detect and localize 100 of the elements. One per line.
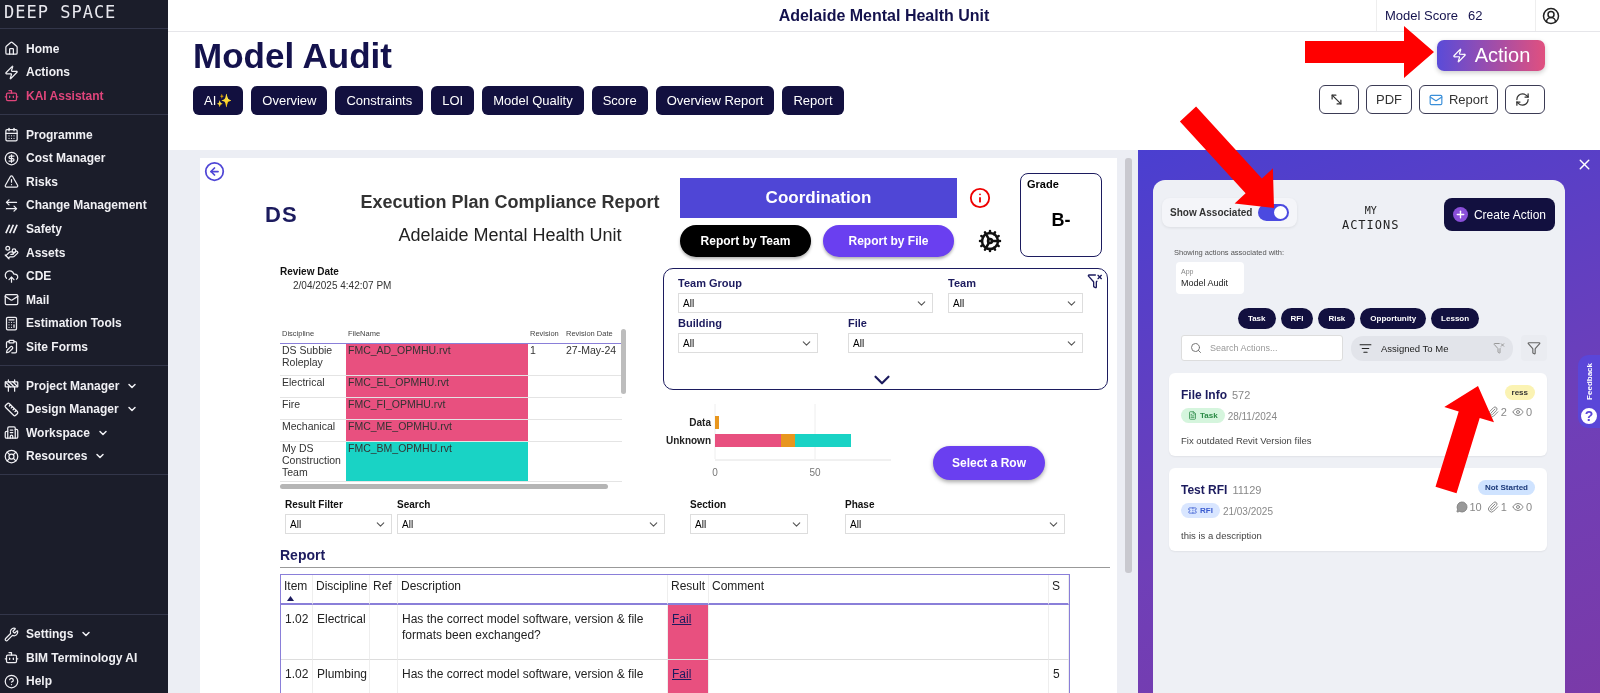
toolbar-button[interactable]: Report xyxy=(1418,85,1498,114)
file-cell[interactable]: FMC_FI_OPMHU.rvt xyxy=(346,398,528,420)
nav-tab[interactable]: Overview Report xyxy=(655,86,775,115)
status-badge: ress xyxy=(1504,385,1535,400)
brand-logo: DEEP SPACE xyxy=(0,0,168,29)
column-header[interactable]: Discipline xyxy=(313,575,370,605)
file-cell[interactable]: FMC_EL_OPMHU.rvt xyxy=(346,376,528,398)
file-cell[interactable]: FMC_AD_OPMHU.rvt xyxy=(346,344,528,376)
assignee-filter[interactable]: Assigned To Me xyxy=(1351,335,1513,361)
dropdown[interactable]: All xyxy=(845,514,1065,534)
file-cell[interactable]: FMC_BM_OPMHU.rvt xyxy=(346,442,528,482)
dropdown[interactable]: All xyxy=(690,514,808,534)
action-description: Fix outdated Revit Version files xyxy=(1181,435,1313,446)
toolbar-button[interactable]: PDF xyxy=(1365,85,1412,114)
table-cell: Electrical xyxy=(313,605,370,660)
filter-label: Search xyxy=(397,499,432,510)
dropdown[interactable]: All xyxy=(678,293,933,313)
help-button[interactable]: ? xyxy=(1579,405,1599,426)
sidebar-item[interactable]: Programme xyxy=(0,122,168,147)
column-header[interactable]: Comment xyxy=(709,575,1049,605)
sidebar-item[interactable]: Actions xyxy=(0,60,168,85)
nav-tab[interactable]: Report xyxy=(782,86,844,115)
type-tag: RFI xyxy=(1181,503,1220,518)
slicer-label: File xyxy=(848,317,867,329)
type-filter-button[interactable]: Opportunity xyxy=(1360,308,1427,329)
action-date: 28/11/2024 xyxy=(1227,411,1277,422)
filter-label: Phase xyxy=(845,499,876,510)
result-link[interactable]: Fail xyxy=(672,667,692,681)
nav-tab[interactable]: AI✨ xyxy=(193,86,244,115)
sidebar-item[interactable]: Mail xyxy=(0,287,168,312)
nav-tab[interactable]: Overview xyxy=(251,86,328,115)
panel-title: ACTIONS xyxy=(1341,218,1400,232)
action-title: Test RFI xyxy=(1181,483,1228,497)
action-number: 11129 xyxy=(1232,484,1262,496)
axis-tick-label: 50 xyxy=(809,467,821,478)
select-row-button[interactable]: Select a Row xyxy=(933,446,1045,480)
sidebar-item[interactable]: Home xyxy=(0,37,168,61)
action-card[interactable]: File Info 572 ress Task 28/11/2024 2 0 Fix outdated Revit Version files xyxy=(1169,373,1547,456)
score-value: 62 xyxy=(1468,8,1483,23)
sidebar-item[interactable]: Estimation Tools xyxy=(0,311,168,336)
review-date-label: Review Date xyxy=(280,266,340,277)
table-cell: 1 xyxy=(528,344,564,376)
show-associated-toggle[interactable]: Show Associated xyxy=(1162,198,1298,227)
sidebar-item[interactable]: Assets xyxy=(0,240,168,265)
table-cell: 1.02 xyxy=(281,605,313,660)
column-header[interactable]: S xyxy=(1049,575,1069,605)
review-date-value: 2/04/2025 4:42:07 PM xyxy=(292,280,393,291)
axis-tick-label: 0 xyxy=(712,467,718,478)
column-header[interactable]: Ref xyxy=(370,575,398,605)
sidebar-item[interactable]: Settings xyxy=(0,622,168,646)
section-heading: Report xyxy=(280,547,1110,568)
sidebar-item[interactable]: Help xyxy=(0,669,168,693)
create-action-button[interactable]: Create Action xyxy=(1443,198,1555,231)
sidebar-item[interactable]: Design Manager xyxy=(0,397,168,421)
sidebar-item[interactable]: Project Manager xyxy=(0,373,168,398)
feedback-tab[interactable]: Feedback ? xyxy=(1578,355,1600,428)
grade-label: Grade xyxy=(1027,178,1060,190)
file-cell[interactable]: FMC_ME_OPMHU.rvt xyxy=(346,420,528,442)
result-link[interactable]: Fail xyxy=(672,612,692,626)
type-filter-button[interactable]: Lesson xyxy=(1431,308,1480,329)
sidebar-item[interactable]: Cost Manager xyxy=(0,146,168,170)
type-filter-button[interactable]: Task xyxy=(1237,308,1276,329)
type-filter-button[interactable]: RFI xyxy=(1280,308,1314,329)
grade-value: B- xyxy=(1050,210,1072,231)
dropdown[interactable]: All xyxy=(285,514,392,534)
sidebar-item[interactable]: CDE xyxy=(0,264,168,288)
report-subtitle: Adelaide Mental Health Unit xyxy=(397,225,623,246)
sidebar-item[interactable]: Risks xyxy=(0,169,168,194)
nav-tab[interactable]: Score xyxy=(591,86,648,115)
dropdown[interactable]: All xyxy=(848,333,1083,353)
sidebar-item[interactable]: BIM Terminology AI xyxy=(0,645,168,670)
action-card[interactable]: Test RFI 11129 Not Started RFI 21/03/2025 10 1 0 this is a description xyxy=(1169,468,1547,551)
table-cell: 5 xyxy=(1049,660,1069,693)
column-header[interactable]: Item xyxy=(281,575,313,605)
dropdown[interactable]: All xyxy=(678,333,818,353)
nav-tab[interactable]: Constraints xyxy=(335,86,424,115)
view-toggle-button[interactable]: Report by Team xyxy=(680,225,811,257)
dropdown[interactable]: All xyxy=(397,514,665,534)
column-header[interactable]: Description xyxy=(398,575,668,605)
dropdown[interactable]: All xyxy=(948,293,1083,313)
search-field[interactable]: Search Actions... xyxy=(1181,335,1343,361)
action-title: File Info xyxy=(1181,388,1227,402)
panel-title: MY xyxy=(1363,204,1378,218)
category-banner: Coordination xyxy=(680,178,957,218)
view-toggle-button[interactable]: Report by File xyxy=(823,225,954,257)
table-cell: 1.02 xyxy=(281,660,313,693)
count: 0 xyxy=(1525,501,1532,513)
sidebar-item[interactable]: Change Management xyxy=(0,193,168,218)
type-filter-button[interactable]: Risk xyxy=(1318,308,1356,329)
nav-tab[interactable]: LOI xyxy=(431,86,475,115)
sidebar-item[interactable]: Safety xyxy=(0,217,168,241)
sidebar-item[interactable]: Resources xyxy=(0,444,168,469)
count: 1 xyxy=(1500,501,1507,513)
nav-tab[interactable]: Model Quality xyxy=(482,86,584,115)
sidebar-item[interactable]: Site Forms xyxy=(0,335,168,359)
type-tag: Task xyxy=(1181,408,1225,423)
sidebar-item[interactable]: KAI Assistant xyxy=(0,84,168,108)
sidebar-item[interactable]: Workspace xyxy=(0,420,168,445)
count: 0 xyxy=(1525,406,1532,418)
action-button[interactable]: Action xyxy=(1437,40,1545,71)
